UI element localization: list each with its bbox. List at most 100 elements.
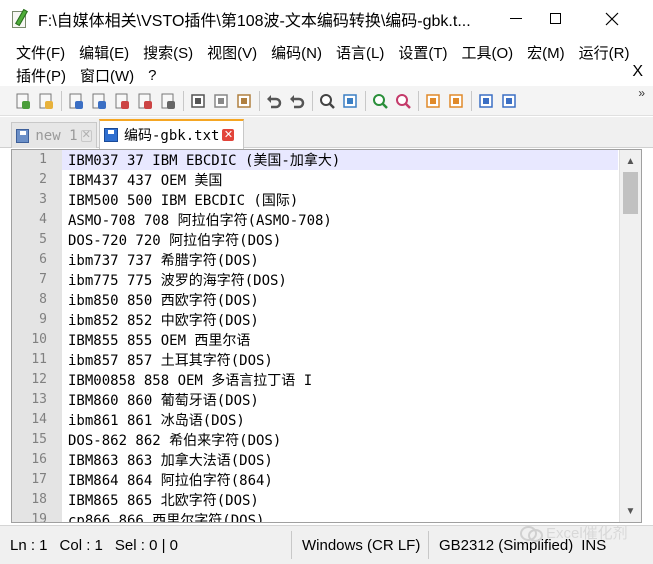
- maximize-button[interactable]: [532, 0, 578, 37]
- cut-button[interactable]: [187, 90, 209, 112]
- editor-line[interactable]: 10 IBM855 855 OEM 西里尔语: [12, 330, 618, 350]
- line-number: 11: [12, 350, 62, 370]
- editor-line[interactable]: 7 ibm775 775 波罗的海字符(DOS): [12, 270, 618, 290]
- line-text: ibm852 852 中欧字符(DOS): [68, 313, 259, 329]
- menu-row1-0[interactable]: 文件(F): [0, 42, 72, 63]
- line-text: ibm850 850 西欧字符(DOS): [68, 293, 259, 309]
- paste-button[interactable]: [233, 90, 255, 112]
- editor-line[interactable]: 8 ibm850 850 西欧字符(DOS): [12, 290, 618, 310]
- editor-line[interactable]: 3 IBM500 500 IBM EBCDIC (国际): [12, 190, 618, 210]
- menu-row1-1[interactable]: 编辑(E): [72, 42, 136, 63]
- new-file-icon: [16, 93, 30, 109]
- editor-line[interactable]: 18 IBM865 865 北欧字符(DOS): [12, 490, 618, 510]
- toolbar-separator: [312, 90, 313, 111]
- editor-line[interactable]: 15 DOS-862 862 希伯来字符(DOS): [12, 430, 618, 450]
- undo-icon: [267, 94, 282, 108]
- cursor-position: Ln : 1 Col : 1 Sel : 0 | 0: [0, 531, 292, 559]
- close-all-button[interactable]: [134, 90, 156, 112]
- replace-button[interactable]: [339, 90, 361, 112]
- save-all-button[interactable]: [88, 90, 110, 112]
- close-all-icon: [138, 93, 152, 109]
- line-text: IBM437 437 OEM 美国: [68, 173, 223, 189]
- menu-row-secondary: 插件(P) 窗口(W)?: [0, 63, 164, 87]
- tab-close-icon[interactable]: ✕: [222, 129, 235, 141]
- menu-row1-2[interactable]: 搜索(S): [136, 42, 200, 63]
- toolbar-separator: [418, 90, 419, 111]
- editor-line[interactable]: 4 ASMO-708 708 阿拉伯字符(ASMO-708): [12, 210, 618, 230]
- line-number: 19: [12, 510, 62, 522]
- line-text: ibm775 775 波罗的海字符(DOS): [68, 273, 287, 289]
- line-text: IBM860 860 葡萄牙语(DOS): [68, 393, 259, 409]
- editor-line[interactable]: 6 ibm737 737 希腊字符(DOS): [12, 250, 618, 270]
- show-all-chars-button[interactable]: [498, 90, 520, 112]
- tab-label: 编码-gbk.txt: [124, 128, 220, 144]
- eol-format[interactable]: Windows (CR LF): [292, 531, 429, 559]
- tab-new-1[interactable]: new 1 ✕: [11, 122, 97, 148]
- editor-line[interactable]: 9 ibm852 852 中欧字符(DOS): [12, 310, 618, 330]
- word-wrap-button[interactable]: [475, 90, 497, 112]
- editor-line[interactable]: 17 IBM864 864 阿拉伯字符(864): [12, 470, 618, 490]
- menu-row2-2[interactable]: ?: [141, 67, 163, 84]
- editor-line[interactable]: 14 ibm861 861 冰岛语(DOS): [12, 410, 618, 430]
- editor-line[interactable]: 1 IBM037 37 IBM EBCDIC (美国-加拿大): [12, 150, 618, 170]
- line-text: ASMO-708 708 阿拉伯字符(ASMO-708): [68, 213, 332, 229]
- toolbar-overflow-button[interactable]: »: [638, 86, 645, 100]
- close-document-button[interactable]: X: [632, 63, 643, 81]
- tab-bar: new 1 ✕ 编码-gbk.txt ✕: [0, 117, 653, 149]
- scroll-down-icon[interactable]: ▼: [620, 502, 641, 520]
- sync-horizontal-button[interactable]: [445, 90, 467, 112]
- text-editor[interactable]: 1 IBM037 37 IBM EBCDIC (美国-加拿大) 2 IBM437 43…: [11, 149, 642, 523]
- new-file-button[interactable]: [12, 90, 34, 112]
- find-icon: [320, 93, 335, 109]
- redo-icon: [290, 94, 305, 108]
- undo-button[interactable]: [263, 90, 285, 112]
- tab-close-icon[interactable]: ✕: [80, 129, 92, 142]
- open-file-button[interactable]: [35, 90, 57, 112]
- menu-row1-7[interactable]: 工具(O): [454, 42, 520, 63]
- editor-line[interactable]: 13 IBM860 860 葡萄牙语(DOS): [12, 390, 618, 410]
- menu-row1-8[interactable]: 宏(M): [520, 42, 572, 63]
- save-icon: [69, 93, 83, 109]
- menu-row1-6[interactable]: 设置(T): [391, 42, 454, 63]
- menu-bar: 文件(F) 编辑(E) 搜索(S) 视图(V) 编码(N) 语言(L) 设置(T) 工具(O)…: [0, 37, 653, 86]
- close-window-button[interactable]: [589, 0, 635, 37]
- line-text: IBM00858 858 OEM 多语言拉丁语 I: [68, 373, 313, 389]
- sync-vertical-button[interactable]: [422, 90, 444, 112]
- print-button[interactable]: [157, 90, 179, 112]
- line-number: 7: [12, 270, 62, 290]
- scroll-up-icon[interactable]: ▲: [620, 152, 641, 170]
- editor-line[interactable]: 2 IBM437 437 OEM 美国: [12, 170, 618, 190]
- close-button[interactable]: [111, 90, 133, 112]
- editor-line[interactable]: 5 DOS-720 720 阿拉伯字符(DOS): [12, 230, 618, 250]
- zoom-out-icon: [396, 93, 411, 109]
- scroll-thumb[interactable]: [623, 172, 638, 214]
- line-number: 4: [12, 210, 62, 230]
- line-number: 3: [12, 190, 62, 210]
- editor-line[interactable]: 16 IBM863 863 加拿大法语(DOS): [12, 450, 618, 470]
- menu-row1-9[interactable]: 运行(R): [572, 42, 637, 63]
- menu-row1-5[interactable]: 语言(L): [329, 42, 391, 63]
- copy-button[interactable]: [210, 90, 232, 112]
- line-number: 15: [12, 430, 62, 450]
- menu-row1-3[interactable]: 视图(V): [200, 42, 264, 63]
- tab-label: new 1: [35, 127, 78, 144]
- vertical-scrollbar[interactable]: ▲ ▼: [619, 150, 641, 522]
- save-button[interactable]: [65, 90, 87, 112]
- editor-line[interactable]: 11 ibm857 857 土耳其字符(DOS): [12, 350, 618, 370]
- editor-line[interactable]: 12 IBM00858 858 OEM 多语言拉丁语 I: [12, 370, 618, 390]
- line-indicator: Ln : 1: [10, 536, 48, 554]
- line-number: 13: [12, 390, 62, 410]
- zoom-out-button[interactable]: [392, 90, 414, 112]
- print-icon: [161, 93, 175, 109]
- line-number: 8: [12, 290, 62, 310]
- menu-row1-4[interactable]: 编码(N): [264, 42, 329, 63]
- line-text: IBM855 855 OEM 西里尔语: [68, 333, 251, 349]
- find-button[interactable]: [316, 90, 338, 112]
- menu-row2-1[interactable]: 窗口(W): [73, 65, 141, 86]
- redo-button[interactable]: [286, 90, 308, 112]
- menu-row2-0[interactable]: 插件(P): [0, 65, 73, 86]
- cut-icon: [191, 93, 205, 108]
- tab-encoding-gbk[interactable]: 编码-gbk.txt ✕: [99, 119, 244, 149]
- line-text: IBM864 864 阿拉伯字符(864): [68, 473, 273, 489]
- zoom-in-button[interactable]: [369, 90, 391, 112]
